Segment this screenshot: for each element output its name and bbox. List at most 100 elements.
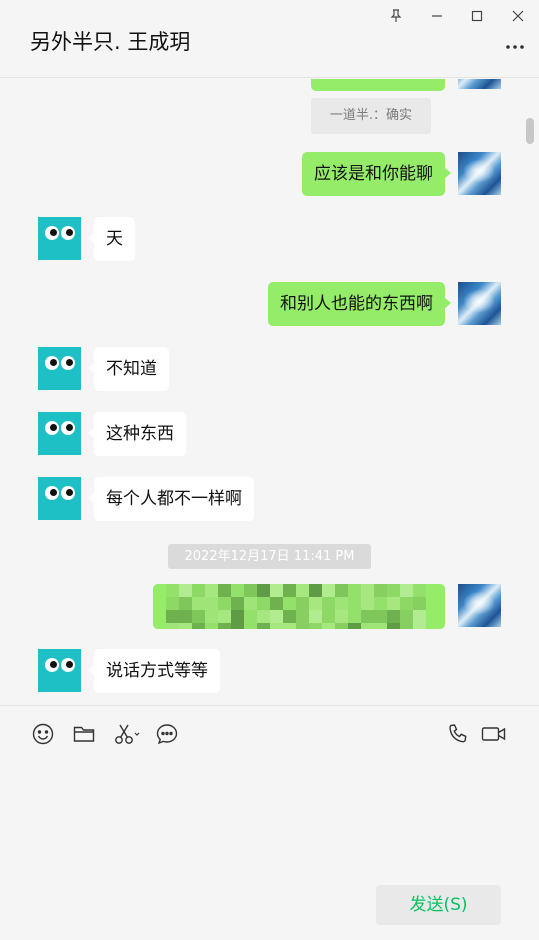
my-avatar[interactable]: [458, 584, 501, 627]
mosaic-pixel: [335, 597, 348, 610]
message-bubble-received[interactable]: 天: [88, 217, 135, 261]
mosaic-pixel: [374, 623, 387, 629]
mosaic-pixel: [244, 584, 257, 597]
message-bubble-partial[interactable]: [311, 79, 445, 91]
contact-avatar[interactable]: [38, 477, 81, 520]
emoji-icon[interactable]: [30, 721, 56, 747]
mosaic-pixel: [309, 584, 322, 597]
mosaic-pixel: [153, 584, 166, 597]
mosaic-pixel: [166, 610, 179, 623]
mosaic-pixel: [257, 610, 270, 623]
mosaic-pixel: [283, 584, 296, 597]
mosaic-pixel: [439, 610, 445, 623]
scissors-icon[interactable]: [112, 721, 142, 747]
voice-call-icon[interactable]: [445, 721, 471, 747]
mosaic-pixel: [413, 584, 426, 597]
mosaic-pixel: [335, 610, 348, 623]
mosaic-pixel: [426, 623, 439, 629]
mosaic-pixel: [387, 584, 400, 597]
mosaic-pixel: [244, 623, 257, 629]
contact-avatar[interactable]: [38, 412, 81, 455]
mosaic-pixel: [322, 597, 335, 610]
contact-avatar[interactable]: [38, 347, 81, 390]
message-bubble-sent[interactable]: 应该是和你能聊: [302, 152, 451, 196]
send-button[interactable]: 发送(S): [376, 885, 501, 925]
mosaic-pixel: [322, 610, 335, 623]
mosaic-pixel: [205, 623, 218, 629]
message-bubble-pixelated[interactable]: [153, 584, 445, 629]
mosaic-pixel: [205, 584, 218, 597]
mosaic-pixel: [218, 623, 231, 629]
mosaic-pixel: [166, 597, 179, 610]
close-icon[interactable]: [506, 4, 530, 28]
mosaic-pixel: [270, 597, 283, 610]
mosaic-pixel: [192, 623, 205, 629]
mosaic-pixel: [179, 623, 192, 629]
chat-history-icon[interactable]: [154, 721, 180, 747]
mosaic-pixel: [309, 597, 322, 610]
message-bubble-received[interactable]: 不知道: [88, 347, 169, 391]
mosaic-pixel: [218, 610, 231, 623]
mosaic-pixel: [348, 610, 361, 623]
mosaic-pixel: [439, 584, 445, 597]
mosaic-pixel: [231, 623, 244, 629]
mosaic-pixel: [218, 597, 231, 610]
mosaic-pixel: [153, 597, 166, 610]
mosaic-pixel: [361, 584, 374, 597]
mosaic-pixel: [244, 597, 257, 610]
mosaic-pixel: [231, 597, 244, 610]
mosaic-pixel: [361, 623, 374, 629]
mosaic-pixel: [335, 623, 348, 629]
mosaic-pixel: [413, 623, 426, 629]
minimize-icon[interactable]: [425, 4, 449, 28]
message-list[interactable]: 一道半.：确实 应该是和你能聊 天 和别人也能的东西啊 不知道 这种东西 每个人…: [0, 79, 539, 705]
mosaic-pixel: [283, 597, 296, 610]
mosaic-pixel: [387, 623, 400, 629]
more-icon[interactable]: [503, 38, 527, 56]
mosaic-pixel: [413, 610, 426, 623]
mosaic-pixel: [218, 584, 231, 597]
mosaic-pixel: [400, 623, 413, 629]
chat-title: 另外半只. 王成玥: [30, 30, 191, 54]
mosaic-pixel: [153, 623, 166, 629]
mosaic-pixel: [192, 610, 205, 623]
mosaic-pixel: [205, 597, 218, 610]
message-bubble-received[interactable]: 说话方式等等: [88, 649, 220, 693]
mosaic-pixel: [192, 584, 205, 597]
message-bubble-received[interactable]: 每个人都不一样啊: [88, 477, 254, 521]
mosaic-pixel: [270, 584, 283, 597]
mosaic-pixel: [400, 597, 413, 610]
contact-avatar[interactable]: [38, 649, 81, 692]
mosaic-pixel: [387, 610, 400, 623]
mosaic-pixel: [387, 597, 400, 610]
mosaic-pixel: [283, 610, 296, 623]
mosaic-pixel: [231, 584, 244, 597]
mosaic-pixel: [179, 610, 192, 623]
mosaic-pixel: [348, 623, 361, 629]
mosaic-pixel: [257, 623, 270, 629]
mosaic-pixel: [309, 610, 322, 623]
recall-notice: 一道半.：确实: [311, 98, 431, 134]
mosaic-pixel: [296, 623, 309, 629]
folder-icon[interactable]: [71, 721, 97, 747]
mosaic-pixel: [296, 610, 309, 623]
mosaic-pixel: [231, 610, 244, 623]
mosaic-pixel: [153, 610, 166, 623]
video-call-icon[interactable]: [480, 721, 508, 747]
pin-icon[interactable]: [384, 4, 408, 28]
message-bubble-received[interactable]: 这种东西: [88, 412, 186, 456]
mosaic-pixel: [179, 597, 192, 610]
mosaic-pixel: [374, 597, 387, 610]
mosaic-pixel: [439, 597, 445, 610]
contact-avatar[interactable]: [38, 217, 81, 260]
title-bar: 另外半只. 王成玥: [0, 0, 539, 78]
my-avatar[interactable]: [458, 282, 501, 325]
mosaic-pixel: [283, 623, 296, 629]
scrollbar-thumb[interactable]: [526, 118, 534, 144]
mosaic-pixel: [439, 623, 445, 629]
maximize-icon[interactable]: [465, 4, 489, 28]
mosaic-pixel: [400, 584, 413, 597]
message-bubble-sent[interactable]: 和别人也能的东西啊: [268, 282, 451, 326]
my-avatar[interactable]: [458, 79, 501, 89]
my-avatar[interactable]: [458, 152, 501, 195]
